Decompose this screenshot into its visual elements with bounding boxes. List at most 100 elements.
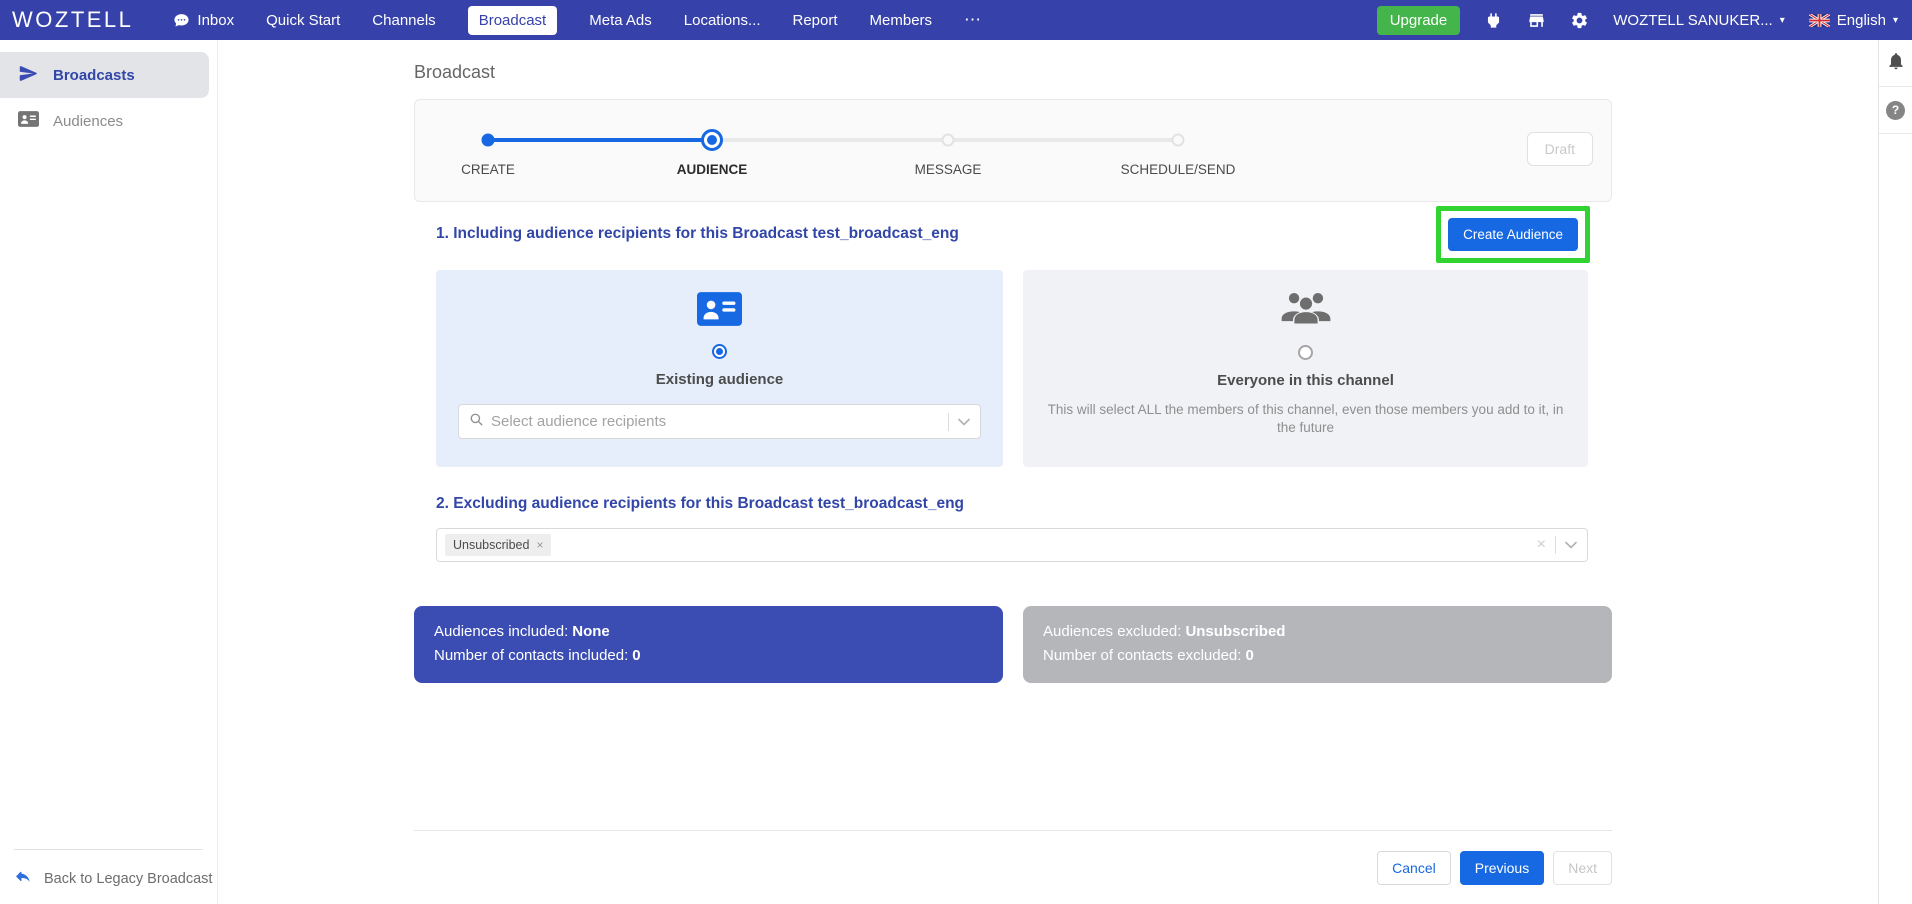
nav-item-label: Report	[793, 12, 838, 29]
chevron-down-icon: ▾	[1780, 15, 1785, 26]
back-link-label: Back to Legacy Broadcast	[44, 871, 212, 887]
paper-plane-icon	[18, 63, 39, 88]
chevron-down-icon: ▾	[1893, 15, 1898, 26]
excluding-heading: 2. Excluding audience recipients for thi…	[414, 495, 1612, 513]
nav-item-locations[interactable]: Locations...	[684, 12, 761, 29]
contact-card-icon	[697, 292, 742, 331]
excluded-tag-label: Unsubscribed	[453, 538, 529, 552]
reply-arrow-icon	[14, 868, 32, 890]
everyone-card[interactable]: Everyone in this channel This will selec…	[1023, 270, 1588, 467]
footer-divider	[414, 830, 1612, 831]
clear-icon[interactable]: ×	[1537, 536, 1546, 554]
excluded-summary: Audiences excluded:Unsubscribed Number o…	[1023, 606, 1612, 683]
step-dot-create	[482, 134, 495, 147]
included-summary-value: None	[572, 623, 610, 640]
utility-rail: ?	[1878, 40, 1912, 904]
nav-item-label: Channels	[372, 12, 435, 29]
create-audience-button[interactable]: Create Audience	[1448, 218, 1578, 251]
excluded-count-value: 0	[1245, 647, 1253, 664]
select-divider	[1555, 536, 1556, 554]
search-icon	[469, 412, 484, 432]
exclude-audience-select[interactable]: Unsubscribed × ×	[436, 528, 1588, 562]
sidebar-item-label: Audiences	[53, 113, 123, 130]
question-icon: ?	[1886, 101, 1905, 120]
step-label-audience: AUDIENCE	[677, 162, 748, 177]
stepper-segment-done	[488, 138, 712, 142]
nav-item-label: Quick Start	[266, 12, 340, 29]
sidebar-item-broadcasts[interactable]: Broadcasts	[0, 52, 209, 98]
more-icon[interactable]: ⋯	[964, 10, 982, 30]
step-dot-message	[942, 134, 955, 147]
excluded-summary-label: Audiences excluded:	[1043, 623, 1181, 640]
sidebar-item-label: Broadcasts	[53, 67, 135, 84]
nav-item-inbox[interactable]: Inbox	[173, 12, 234, 29]
create-audience-highlight: Create Audience	[1436, 206, 1590, 263]
nav-item-report[interactable]: Report	[793, 12, 838, 29]
store-icon[interactable]	[1527, 11, 1546, 30]
help-button[interactable]: ?	[1879, 87, 1912, 134]
nav-item-broadcast[interactable]: Broadcast	[468, 6, 558, 35]
nav-item-label: Inbox	[197, 12, 234, 29]
nav-menu: Inbox Quick Start Channels Broadcast Met…	[173, 6, 982, 35]
nav-item-label: Members	[870, 12, 933, 29]
excluded-summary-value: Unsubscribed	[1185, 623, 1285, 640]
next-button[interactable]: Next	[1553, 851, 1612, 885]
excluded-count-label: Number of contacts excluded:	[1043, 647, 1241, 664]
account-label: WOZTELL SANUKER...	[1613, 12, 1772, 29]
audience-recipients-select[interactable]: Select audience recipients	[458, 404, 981, 439]
step-label-schedule: SCHEDULE/SEND	[1121, 162, 1236, 177]
previous-button[interactable]: Previous	[1460, 851, 1544, 885]
bell-icon	[1886, 51, 1906, 76]
included-summary: Audiences included:None Number of contac…	[414, 606, 1003, 683]
app-logo[interactable]: WOZTELL	[12, 7, 133, 33]
included-summary-label: Audiences included:	[434, 623, 568, 640]
back-to-legacy-link[interactable]: Back to Legacy Broadcast	[0, 868, 217, 890]
chat-icon	[173, 12, 190, 29]
everyone-description: This will select ALL the members of this…	[1040, 401, 1571, 437]
existing-audience-label: Existing audience	[656, 371, 784, 388]
remove-tag-icon[interactable]: ×	[536, 538, 543, 552]
people-group-icon	[1280, 290, 1332, 332]
notifications-button[interactable]	[1879, 40, 1912, 87]
nav-item-label: Locations...	[684, 12, 761, 29]
uk-flag-icon	[1809, 14, 1830, 27]
nav-right-group: Upgrade WOZTELL SANUKER... ▾ English ▾	[1377, 6, 1912, 35]
sidebar-item-audiences[interactable]: Audiences	[0, 98, 209, 144]
nav-item-members[interactable]: Members	[870, 12, 933, 29]
nav-item-channels[interactable]: Channels	[372, 12, 435, 29]
included-count-label: Number of contacts included:	[434, 647, 628, 664]
language-menu[interactable]: English ▾	[1809, 12, 1898, 29]
stepper-segment-todo	[948, 138, 1178, 142]
account-menu[interactable]: WOZTELL SANUKER... ▾	[1613, 12, 1785, 29]
existing-audience-radio[interactable]	[712, 344, 727, 359]
step-label-message: MESSAGE	[915, 162, 982, 177]
step-dot-schedule	[1172, 134, 1185, 147]
main-content: Broadcast CREATE AUDIENCE MESSAGE SCHEDU…	[218, 40, 1878, 904]
nav-item-quick-start[interactable]: Quick Start	[266, 12, 340, 29]
excluded-tag: Unsubscribed ×	[445, 534, 551, 556]
chevron-down-icon[interactable]	[1565, 536, 1577, 554]
everyone-radio[interactable]	[1298, 345, 1313, 360]
plug-icon[interactable]	[1484, 11, 1503, 30]
included-count-value: 0	[632, 647, 640, 664]
everyone-label: Everyone in this channel	[1217, 372, 1394, 389]
existing-audience-card[interactable]: Existing audience Select audience recipi…	[436, 270, 1003, 467]
page-title: Broadcast	[414, 62, 1612, 83]
nav-item-meta-ads[interactable]: Meta Ads	[589, 12, 652, 29]
sidebar-divider	[14, 849, 203, 850]
step-dot-audience	[701, 129, 723, 151]
language-label: English	[1837, 12, 1886, 29]
including-heading: 1. Including audience recipients for thi…	[436, 225, 959, 243]
sidebar: Broadcasts Audiences Back to Legacy Broa…	[0, 40, 218, 904]
upgrade-button[interactable]: Upgrade	[1377, 6, 1461, 35]
step-label-create: CREATE	[461, 162, 515, 177]
select-placeholder: Select audience recipients	[491, 413, 939, 430]
gear-icon[interactable]	[1570, 11, 1589, 30]
stepper: CREATE AUDIENCE MESSAGE SCHEDULE/SEND Dr…	[414, 99, 1612, 202]
cancel-button[interactable]: Cancel	[1377, 851, 1451, 885]
more-glyph: ⋯	[964, 10, 982, 30]
chevron-down-icon[interactable]	[958, 413, 970, 431]
contact-card-icon	[18, 111, 39, 131]
draft-status-button: Draft	[1527, 132, 1593, 166]
nav-item-label: Broadcast	[479, 12, 547, 29]
